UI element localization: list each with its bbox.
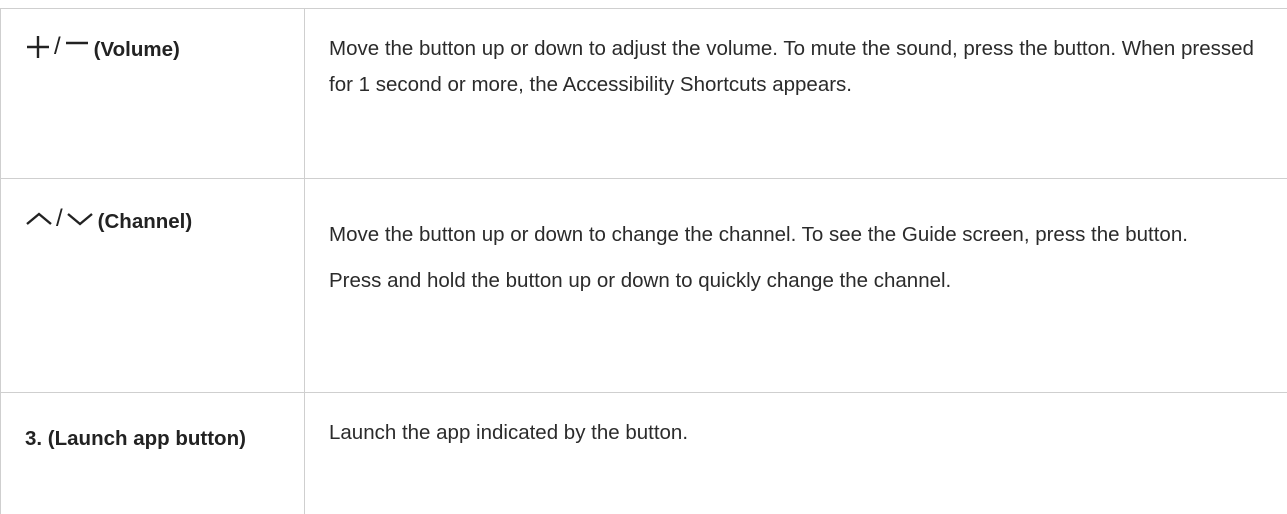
key-cell-launch-app: 3. (Launch app button)	[1, 393, 305, 514]
volume-description: Move the button up or down to adjust the…	[329, 31, 1263, 103]
volume-label: (Volume)	[94, 39, 180, 61]
desc-cell-launch-app: Launch the app indicated by the button.	[305, 393, 1287, 514]
channel-symbols: /	[25, 205, 94, 233]
plus-icon	[25, 34, 51, 60]
launch-app-description: Launch the app indicated by the button.	[329, 421, 1263, 445]
volume-symbols: /	[25, 33, 90, 61]
minus-icon	[64, 34, 90, 60]
table-row-channel: / (Channel) Move the button up or down t…	[1, 179, 1287, 393]
channel-label: (Channel)	[98, 211, 193, 233]
desc-cell-channel: Move the button up or down to change the…	[305, 179, 1287, 393]
controls-table: / (Volume) Move the button up or down to…	[0, 8, 1287, 514]
key-cell-channel: / (Channel)	[1, 179, 305, 393]
key-cell-volume: / (Volume)	[1, 9, 305, 179]
chevron-up-icon	[25, 208, 53, 230]
launch-app-label: 3. (Launch app button)	[25, 421, 255, 456]
separator: /	[56, 205, 63, 233]
chevron-down-icon	[66, 208, 94, 230]
channel-description: Move the button up or down to change the…	[329, 217, 1263, 253]
table-row-volume: / (Volume) Move the button up or down to…	[1, 9, 1287, 179]
table-row-launch-app: 3. (Launch app button) Launch the app in…	[1, 393, 1287, 514]
desc-cell-volume: Move the button up or down to adjust the…	[305, 9, 1287, 179]
separator: /	[54, 33, 61, 61]
channel-description-hold: Press and hold the button up or down to …	[329, 263, 1263, 299]
